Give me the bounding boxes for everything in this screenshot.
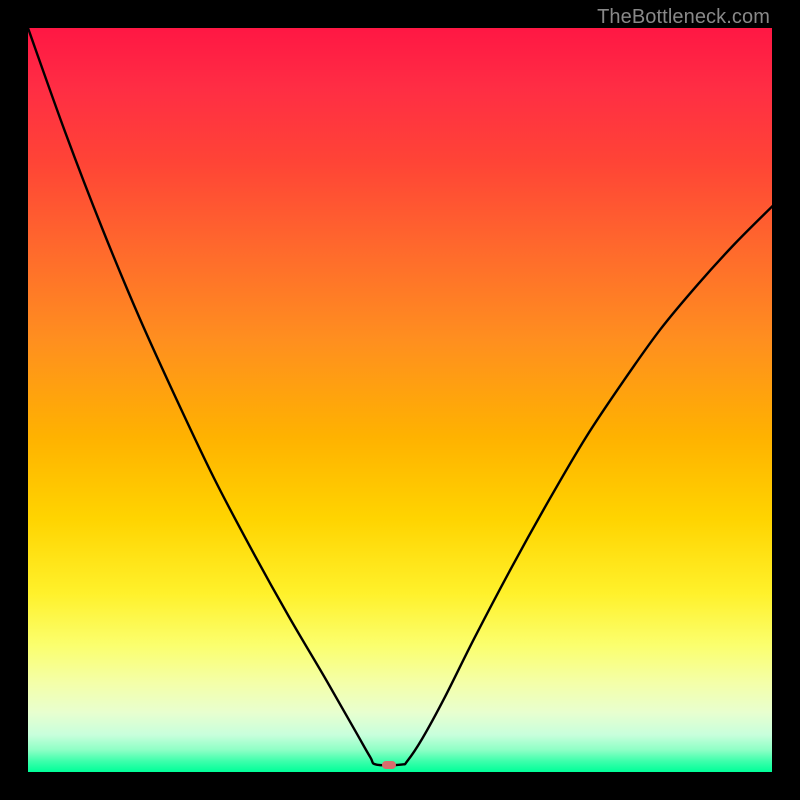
minimum-marker — [382, 761, 396, 769]
bottleneck-curve — [28, 28, 772, 765]
curve-svg — [28, 28, 772, 772]
plot-area — [28, 28, 772, 772]
watermark-text: TheBottleneck.com — [597, 6, 770, 29]
